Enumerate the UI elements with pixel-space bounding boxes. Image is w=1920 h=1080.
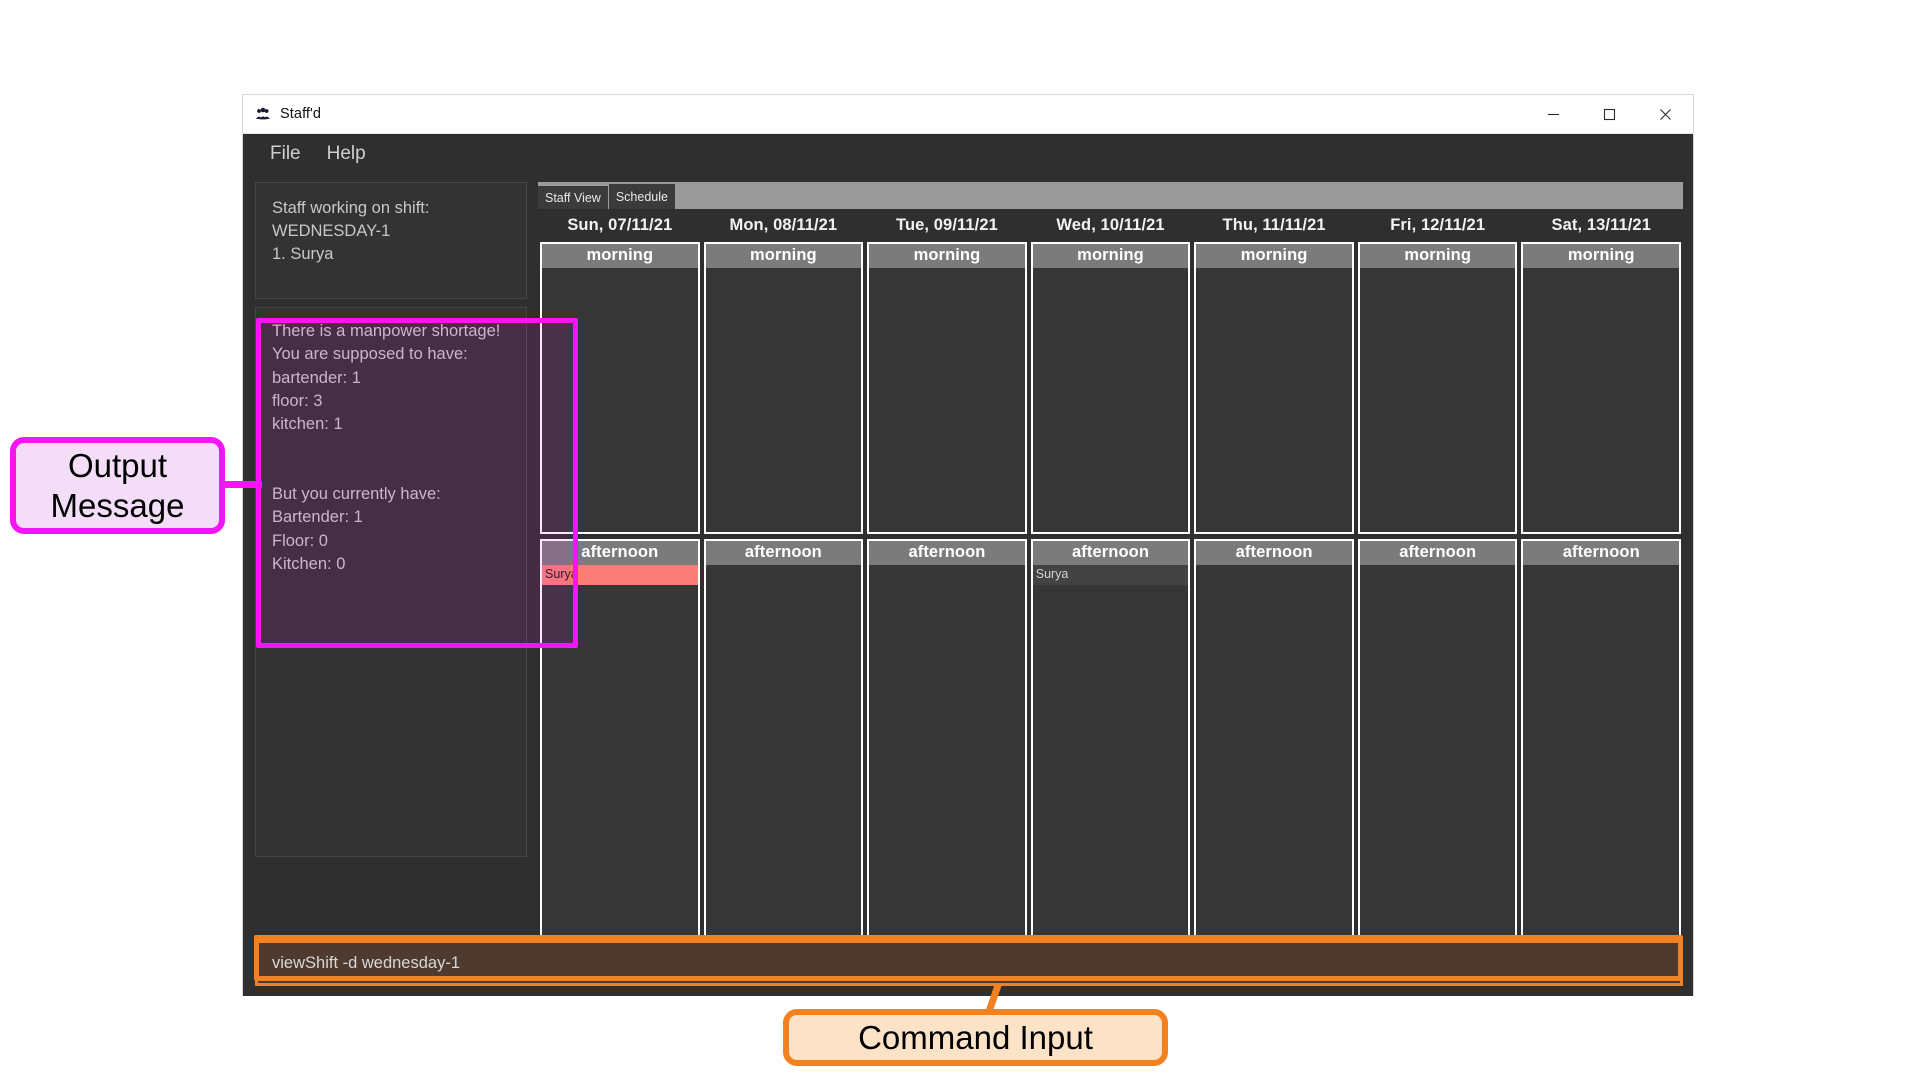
shift-body xyxy=(1523,565,1680,981)
shift-block-morning[interactable]: morning xyxy=(1357,242,1518,534)
staff-on-shift-line: WEDNESDAY-1 xyxy=(272,222,391,240)
output-message-highlight xyxy=(256,318,578,648)
day-header: Sun, 07/11/21 xyxy=(567,216,673,234)
calendar-header-row: Sun, 07/11/21 Mon, 08/11/21 Tue, 09/11/2… xyxy=(538,209,1683,242)
shift-body xyxy=(1359,268,1516,532)
day-column: morning afternoon xyxy=(702,242,866,983)
shift-body xyxy=(705,268,862,532)
tab-schedule[interactable]: Schedule xyxy=(608,184,675,209)
day-column: morning afternoon Surya xyxy=(1029,242,1193,983)
shift-block-afternoon[interactable]: afternoon xyxy=(1357,539,1518,983)
staff-on-shift-line: 1. Surya xyxy=(272,245,334,263)
annotation-command-input: Command Input xyxy=(783,1009,1168,1066)
shift-block-morning[interactable]: morning xyxy=(1030,242,1191,534)
shift-title: morning xyxy=(869,244,1025,268)
shift-body xyxy=(1359,565,1516,981)
title-bar: Staff'd xyxy=(243,95,1693,134)
annotation-output-message: Output Message xyxy=(10,437,225,534)
shift-body xyxy=(705,565,862,981)
window-title: Staff'd xyxy=(280,106,322,122)
day-column: morning afternoon xyxy=(1519,242,1683,983)
menu-item-help[interactable]: Help xyxy=(314,140,379,168)
shift-title: morning xyxy=(705,244,862,268)
app-icon xyxy=(254,105,272,123)
day-column: morning afternoon xyxy=(1356,242,1520,983)
shift-title: morning xyxy=(542,244,698,268)
tab-strip: Staff View Schedule xyxy=(538,182,1683,209)
staff-chip[interactable]: Surya xyxy=(1032,565,1189,585)
shift-body xyxy=(1196,565,1352,981)
shift-block-afternoon[interactable]: afternoon xyxy=(1521,539,1682,983)
shift-body xyxy=(869,268,1025,532)
shift-title: afternoon xyxy=(1359,541,1516,565)
shift-title: morning xyxy=(1196,244,1352,268)
shift-title: morning xyxy=(1032,244,1189,268)
schedule-tab-content: Sun, 07/11/21 Mon, 08/11/21 Tue, 09/11/2… xyxy=(538,209,1683,986)
day-header: Thu, 11/11/21 xyxy=(1222,216,1326,234)
tab-staff-view[interactable]: Staff View xyxy=(538,186,608,209)
shift-block-afternoon[interactable]: afternoon xyxy=(1194,539,1354,983)
right-pane: Staff View Schedule Sun, 07/11/21 Mon, 0… xyxy=(538,182,1683,986)
shift-body xyxy=(1196,268,1352,532)
close-button[interactable] xyxy=(1637,96,1693,133)
shift-block-morning[interactable]: morning xyxy=(703,242,864,534)
day-column: morning afternoon xyxy=(1192,242,1356,983)
day-header: Mon, 08/11/21 xyxy=(729,216,838,234)
calendar-grid: morning afternoon Surya morning afternoo… xyxy=(538,242,1683,983)
day-column: morning afternoon xyxy=(865,242,1029,983)
shift-body: Surya xyxy=(1032,565,1189,981)
shift-title: afternoon xyxy=(1196,541,1352,565)
staff-on-shift-box: Staff working on shift: WEDNESDAY-1 1. S… xyxy=(255,182,527,299)
screenshot-root: Staff'd File Help Staff working on shift… xyxy=(0,0,1920,1080)
shift-title: afternoon xyxy=(1523,541,1680,565)
shift-title: afternoon xyxy=(869,541,1025,565)
minimize-button[interactable] xyxy=(1525,96,1581,133)
day-header: Fri, 12/11/21 xyxy=(1390,216,1486,234)
shift-title: afternoon xyxy=(1032,541,1189,565)
shift-block-afternoon[interactable]: afternoon xyxy=(703,539,864,983)
shift-body xyxy=(869,565,1025,981)
shift-block-afternoon[interactable]: afternoon Surya xyxy=(1030,539,1191,983)
staff-on-shift-line: Staff working on shift: xyxy=(272,199,430,217)
menu-bar: File Help xyxy=(243,134,1693,174)
day-header: Wed, 10/11/21 xyxy=(1056,216,1165,234)
shift-body xyxy=(1032,268,1189,532)
shift-block-morning[interactable]: morning xyxy=(867,242,1027,534)
day-header: Sat, 13/11/21 xyxy=(1551,216,1651,234)
shift-title: morning xyxy=(1523,244,1680,268)
shift-block-afternoon[interactable]: afternoon xyxy=(867,539,1027,983)
command-input-highlight xyxy=(254,935,1683,981)
day-header: Tue, 09/11/21 xyxy=(895,216,998,234)
output-message-leader-line xyxy=(222,481,262,488)
shift-block-morning[interactable]: morning xyxy=(1521,242,1682,534)
shift-body xyxy=(1523,268,1680,532)
shift-title: morning xyxy=(1359,244,1516,268)
shift-block-morning[interactable]: morning xyxy=(1194,242,1354,534)
maximize-button[interactable] xyxy=(1581,96,1637,133)
shift-title: afternoon xyxy=(705,541,862,565)
menu-item-file[interactable]: File xyxy=(257,140,314,168)
